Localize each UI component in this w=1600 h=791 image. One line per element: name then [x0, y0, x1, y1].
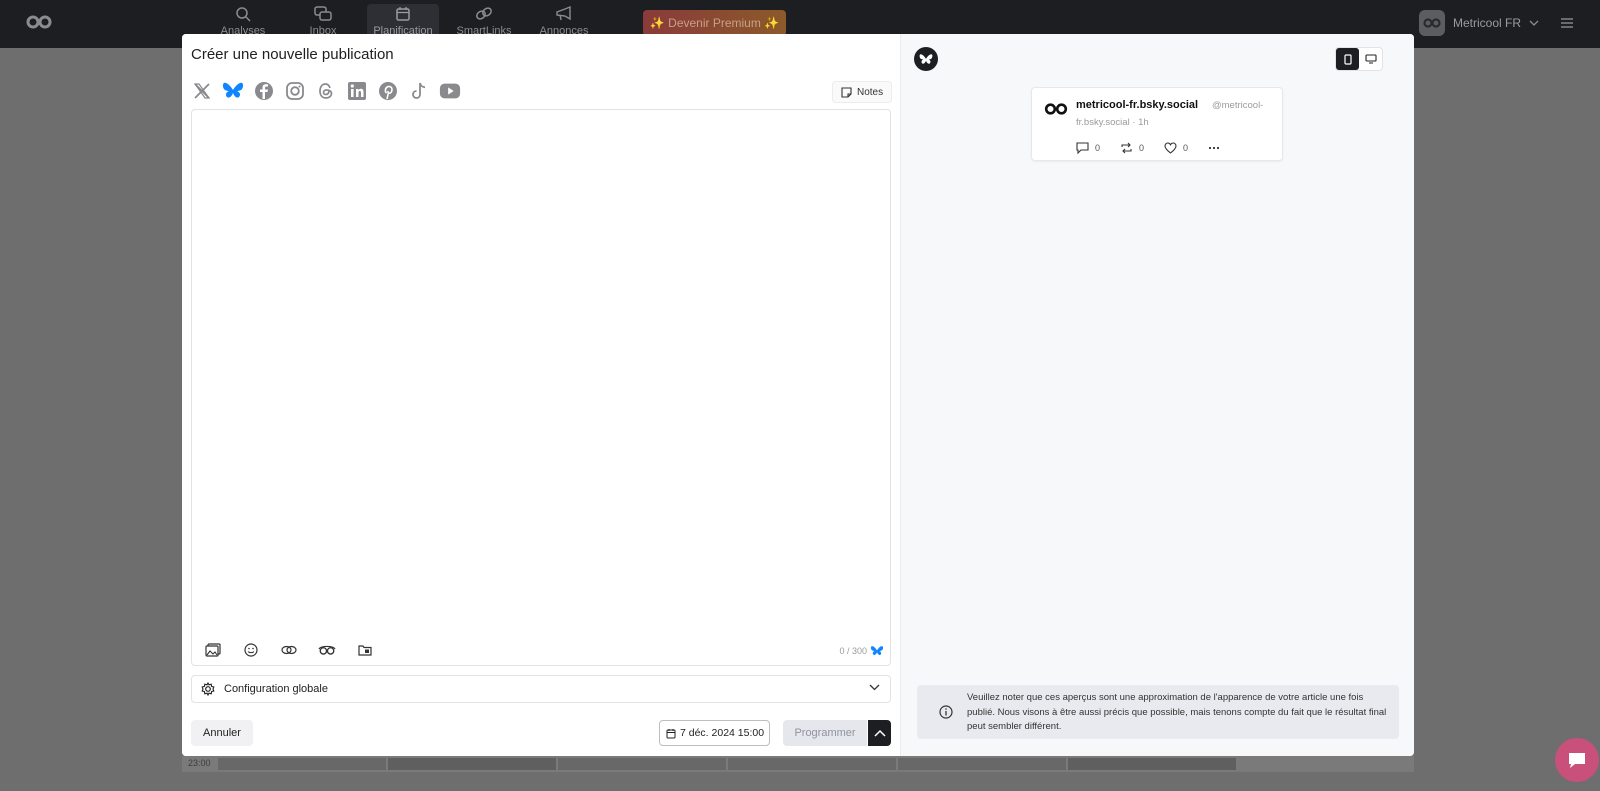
calendar-cell: [728, 758, 896, 770]
chevron-up-icon: [873, 729, 886, 737]
megaphone-icon: [556, 6, 571, 21]
calendar-cell: [898, 758, 1066, 770]
like-action: 0: [1164, 142, 1188, 154]
tiktok-icon[interactable]: [408, 80, 430, 102]
link-icon: [476, 7, 492, 20]
config-label: Configuration globale: [224, 683, 328, 695]
menu-icon[interactable]: [1560, 16, 1574, 34]
bluesky-icon: [919, 53, 933, 64]
preview-disclaimer: Veuillez noter que ces aperçus sont une …: [917, 685, 1399, 739]
repost-count: 0: [1139, 143, 1145, 153]
bluesky-icon: [870, 646, 884, 655]
comment-icon: [1076, 142, 1089, 154]
calendar-icon: [666, 728, 676, 738]
schedule-options-button[interactable]: [868, 720, 891, 746]
preview-handle-time: fr.bsky.social · 1h: [1076, 117, 1149, 128]
metricool-logo[interactable]: [26, 14, 52, 35]
avatar: [1419, 10, 1445, 36]
chevron-down-icon: [1529, 20, 1539, 26]
gear-icon: [201, 682, 215, 696]
reply-count: 0: [1095, 143, 1101, 153]
note-icon: [841, 86, 852, 98]
mobile-icon: [1343, 53, 1352, 65]
avatar: [1044, 102, 1068, 121]
post-actions: 0 0 0: [1076, 142, 1220, 154]
ai-assistant-icon[interactable]: [318, 641, 336, 659]
post-text-editor[interactable]: 0 / 300: [191, 109, 891, 666]
linkedin-icon[interactable]: [346, 80, 368, 102]
threads-icon[interactable]: [315, 80, 337, 102]
character-counter: 0 / 300: [839, 645, 884, 657]
account-name: Metricool FR: [1453, 16, 1522, 30]
account-switcher[interactable]: Metricool FR: [1419, 10, 1539, 36]
bluesky-icon[interactable]: [222, 80, 244, 102]
add-media-icon[interactable]: [204, 641, 222, 659]
facebook-icon[interactable]: [253, 80, 275, 102]
emoji-icon[interactable]: [242, 641, 260, 659]
desktop-preview-button[interactable]: [1359, 48, 1382, 70]
mobile-preview-button[interactable]: [1336, 48, 1359, 70]
modal-title: Créer une nouvelle publication: [191, 46, 394, 63]
desktop-icon: [1364, 54, 1377, 64]
calendar-cell: [558, 758, 726, 770]
support-chat-button[interactable]: [1555, 738, 1599, 782]
preview-pane: metricool-fr.bsky.social @metricool- fr.…: [900, 34, 1414, 756]
more-options-icon: [1208, 146, 1220, 150]
schedule-date-picker[interactable]: 7 déc. 2024 15:00: [659, 720, 770, 746]
youtube-icon[interactable]: [439, 80, 461, 102]
preview-handle: @metricool-: [1212, 100, 1264, 111]
global-config-dropdown[interactable]: Configuration globale: [191, 675, 891, 703]
schedule-date: 7 déc. 2024 15:00: [680, 727, 765, 739]
bluesky-network-badge: [914, 47, 938, 71]
calendar-cell: [218, 758, 386, 770]
pinterest-icon[interactable]: [377, 80, 399, 102]
editor-pane: Créer une nouvelle publication Notes 0 /…: [182, 34, 900, 756]
network-selector: [191, 80, 461, 102]
inbox-icon: [314, 6, 332, 21]
chevron-down-icon: [869, 684, 880, 691]
disclaimer-text: Veuillez noter que ces aperçus sont une …: [967, 692, 1387, 732]
create-post-modal: Créer une nouvelle publication Notes 0 /…: [182, 34, 1414, 756]
x-icon[interactable]: [191, 80, 213, 102]
analytics-icon: [236, 7, 251, 22]
info-icon: [939, 705, 953, 719]
calendar-background-row: 23:00: [182, 756, 1414, 772]
repost-action: 0: [1120, 142, 1144, 154]
calendar-cell: [1068, 758, 1236, 770]
link-shortener-icon[interactable]: [280, 641, 298, 659]
reply-action: 0: [1076, 142, 1100, 154]
calendar-cell: [388, 758, 556, 770]
calendar-icon: [396, 7, 410, 21]
like-count: 0: [1183, 143, 1189, 153]
preview-account-name: metricool-fr.bsky.social: [1076, 99, 1199, 111]
notes-button[interactable]: Notes: [832, 81, 892, 103]
notes-label: Notes: [857, 86, 884, 98]
editor-toolbar: [204, 641, 374, 659]
premium-button[interactable]: ✨ Devenir Premium ✨: [643, 10, 786, 36]
cancel-button[interactable]: Annuler: [191, 720, 253, 746]
time-label: 23:00: [188, 758, 211, 768]
schedule-button[interactable]: Programmer: [783, 720, 867, 746]
chat-icon: [1569, 753, 1585, 768]
heart-icon: [1164, 142, 1177, 154]
post-preview-card: metricool-fr.bsky.social @metricool- fr.…: [1031, 87, 1283, 161]
character-count: 0 / 300: [839, 646, 867, 656]
instagram-icon[interactable]: [284, 80, 306, 102]
repost-icon: [1121, 142, 1132, 154]
device-preview-toggle: [1335, 47, 1383, 71]
folder-icon[interactable]: [356, 641, 374, 659]
